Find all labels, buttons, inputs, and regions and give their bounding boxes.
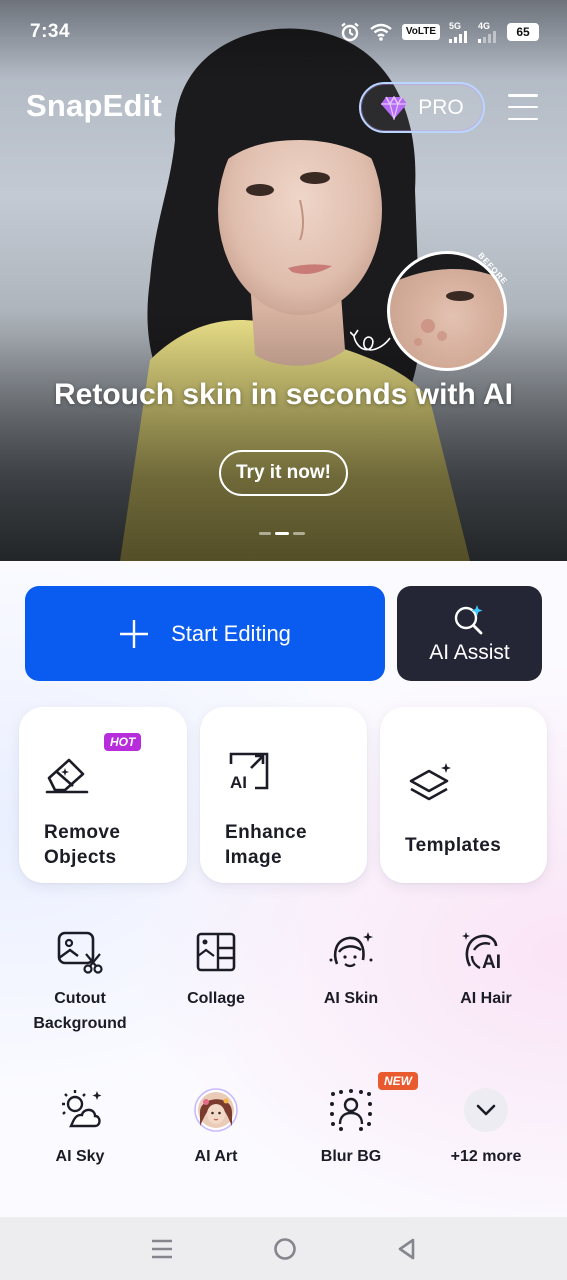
carousel-indicator <box>259 532 305 535</box>
blur-bg-label: Blur BG <box>320 1148 382 1165</box>
ai-assist-button[interactable]: AI Assist <box>397 586 542 681</box>
collage-tool[interactable]: Collage <box>151 930 281 1011</box>
cutout-label-line2: Background <box>33 1015 127 1032</box>
try-it-now-button[interactable]: Try it now! <box>219 450 348 496</box>
ai-hair-label: AI Hair <box>460 990 512 1007</box>
diamond-icon <box>381 95 408 120</box>
signal-4g: 4G <box>478 20 498 43</box>
status-icons: VoLTE 5G 4G 65 <box>340 20 539 43</box>
carousel-dot[interactable] <box>259 532 271 535</box>
app-title: SnapEdit <box>26 88 162 123</box>
hot-badge: HOT <box>104 733 142 751</box>
collage-icon <box>196 932 236 972</box>
cutout-background-icon <box>57 931 103 974</box>
signal-bars-icon <box>449 30 467 43</box>
signal-5g-label: 5G <box>449 20 462 31</box>
signal-4g-label: 4G <box>478 20 491 31</box>
pro-label: PRO <box>418 95 464 119</box>
banner-heading: Retouch skin in seconds with AI <box>54 378 513 411</box>
chevron-down-icon <box>464 1088 508 1132</box>
ai-hair-icon: AI <box>462 932 501 973</box>
signal-5g: 5G <box>449 20 469 43</box>
home-icon[interactable] <box>273 1237 297 1261</box>
alarm-icon <box>341 22 359 42</box>
more-tools-label: +12 more <box>450 1148 522 1165</box>
arrow-doodle-icon <box>350 329 391 351</box>
signal-bars-weak-icon <box>478 30 496 43</box>
wifi-icon <box>370 23 392 41</box>
svg-text:AI: AI <box>230 773 247 792</box>
remove-objects-label-line2: Objects <box>44 847 117 868</box>
eraser-icon <box>45 758 89 794</box>
enhance-image-label-line1: Enhance <box>225 822 307 843</box>
blur-background-icon <box>330 1089 372 1131</box>
start-editing-button[interactable]: Start Editing <box>25 586 385 681</box>
new-badge: NEW <box>378 1072 418 1090</box>
ai-sky-label: AI Sky <box>55 1148 105 1165</box>
hero-banner[interactable]: 7:34 VoLTE 5G 4G 65 SnapEdit PRO BEFORE … <box>0 0 567 561</box>
enhance-image-label-line2: Image <box>225 847 282 868</box>
volte-badge: VoLTE <box>401 24 440 40</box>
layers-sparkle-icon <box>409 763 451 801</box>
templates-card[interactable]: Templates <box>380 707 547 883</box>
status-bar: 7:34 VoLTE 5G 4G 65 <box>0 0 567 64</box>
cutout-background-label: Cutout Background <box>15 986 145 1036</box>
ai-hair-tool[interactable]: AI AI Hair <box>421 930 551 1011</box>
ai-skin-face-icon <box>329 932 373 968</box>
recent-apps-icon[interactable] <box>150 1238 174 1260</box>
ai-skin-label: AI Skin <box>323 990 379 1007</box>
start-editing-label: Start Editing <box>171 620 291 646</box>
remove-objects-card[interactable]: HOT Remove Objects <box>19 707 187 883</box>
carousel-dot[interactable] <box>293 532 305 535</box>
system-navigation-bar <box>0 1217 567 1280</box>
pro-upgrade-button[interactable]: PRO <box>359 82 485 133</box>
remove-objects-label-line1: Remove <box>44 822 121 843</box>
plus-icon <box>120 619 149 648</box>
ai-search-sparkle-icon <box>454 604 482 634</box>
ai-assist-label: AI Assist <box>429 640 510 664</box>
ai-sky-tool[interactable]: AI Sky <box>15 1088 145 1169</box>
cutout-label-line1: Cutout <box>54 990 106 1007</box>
enhance-image-card[interactable]: AI Enhance Image <box>200 707 367 883</box>
ai-art-label: AI Art <box>194 1148 238 1165</box>
back-icon[interactable] <box>396 1237 418 1261</box>
blur-bg-tool[interactable]: NEW Blur BG <box>286 1072 418 1169</box>
ai-sky-weather-icon <box>62 1090 102 1128</box>
collage-label: Collage <box>187 990 245 1007</box>
carousel-dot-active[interactable] <box>275 532 289 535</box>
more-tools-button[interactable]: +12 more <box>421 1088 551 1169</box>
hamburger-menu-icon[interactable] <box>508 94 538 120</box>
status-time: 7:34 <box>30 21 71 42</box>
ai-skin-tool[interactable]: AI Skin <box>286 930 416 1011</box>
templates-label: Templates <box>405 835 502 856</box>
ai-enhance-icon: AI <box>229 752 269 792</box>
cutout-background-tool[interactable]: Cutout Background <box>15 930 145 1036</box>
svg-text:AI: AI <box>482 952 501 973</box>
ai-art-tool[interactable]: AI Art <box>151 1088 281 1169</box>
ai-art-avatar-icon <box>194 1088 238 1132</box>
battery-indicator: 65 <box>507 23 539 41</box>
